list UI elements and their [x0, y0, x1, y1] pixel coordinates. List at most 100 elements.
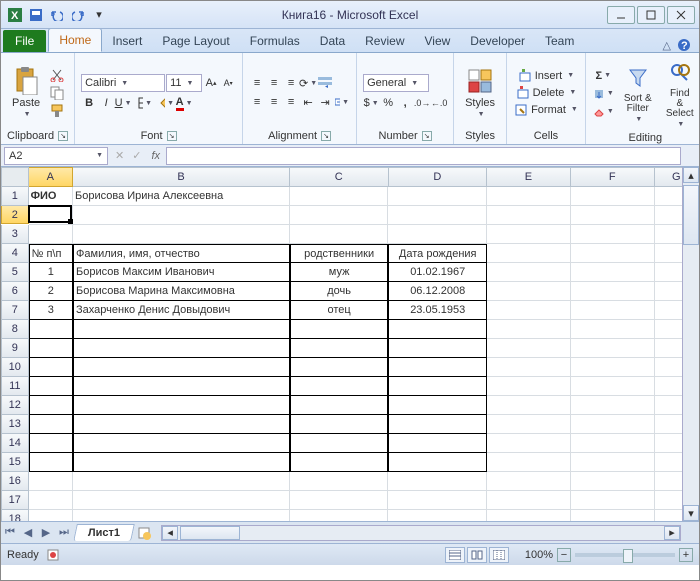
row-header[interactable]: 14	[1, 434, 29, 453]
prev-sheet-button[interactable]: ◀	[19, 524, 37, 542]
cell-F9[interactable]	[571, 339, 655, 358]
page-break-view-button[interactable]	[489, 547, 509, 563]
tab-team[interactable]: Team	[535, 30, 584, 52]
scroll-right-button[interactable]: ▸	[664, 526, 680, 540]
cell-F18[interactable]	[571, 510, 655, 521]
cell-E2[interactable]	[487, 206, 571, 225]
help-icon[interactable]: ?	[677, 38, 691, 52]
tab-insert[interactable]: Insert	[102, 30, 152, 52]
cell-F12[interactable]	[571, 396, 655, 415]
tab-view[interactable]: View	[415, 30, 461, 52]
tab-home[interactable]: Home	[48, 28, 102, 52]
row-header[interactable]: 1	[1, 187, 29, 206]
close-button[interactable]	[667, 6, 695, 24]
cell-B2[interactable]	[73, 206, 290, 225]
cell-F2[interactable]	[571, 206, 655, 225]
cell-D14[interactable]	[388, 434, 487, 453]
cell-D12[interactable]	[388, 396, 487, 415]
cell-A5[interactable]: 1	[29, 263, 73, 282]
fill-color-icon[interactable]: ▼	[159, 95, 175, 111]
cut-icon[interactable]	[49, 67, 65, 83]
cell-C11[interactable]	[290, 377, 389, 396]
cell-F3[interactable]	[571, 225, 655, 244]
zoom-in-button[interactable]: +	[679, 548, 693, 562]
row-header[interactable]: 2	[1, 206, 29, 224]
cell-E3[interactable]	[487, 225, 571, 244]
align-top-icon[interactable]: ≡	[249, 75, 265, 91]
cell-D17[interactable]	[388, 491, 487, 510]
cell-F16[interactable]	[571, 472, 655, 491]
cell-A13[interactable]	[29, 415, 73, 434]
cell-A2[interactable]	[29, 206, 73, 225]
row-header[interactable]: 11	[1, 377, 29, 396]
worksheet-grid[interactable]: A B C D E F G 1ФИОБорисова Ирина Алексее…	[1, 167, 699, 521]
cell-D6[interactable]: 06.12.2008	[388, 282, 487, 301]
name-box[interactable]: A2▼	[4, 147, 108, 165]
page-layout-view-button[interactable]	[467, 547, 487, 563]
cell-B15[interactable]	[73, 453, 290, 472]
zoom-level[interactable]: 100%	[525, 549, 553, 561]
row-header[interactable]: 5	[1, 263, 29, 282]
scroll-down-button[interactable]: ▾	[683, 505, 699, 521]
cell-A16[interactable]	[29, 472, 73, 491]
cell-F4[interactable]	[571, 244, 655, 263]
tab-developer[interactable]: Developer	[460, 30, 535, 52]
cell-C7[interactable]: отец	[290, 301, 389, 320]
cell-E10[interactable]	[487, 358, 571, 377]
col-header-a[interactable]: A	[29, 167, 73, 187]
horizontal-scroll-thumb[interactable]	[180, 526, 240, 540]
save-icon[interactable]	[28, 7, 44, 23]
cell-C4[interactable]: родственники	[290, 244, 389, 263]
cell-A10[interactable]	[29, 358, 73, 377]
cell-C2[interactable]	[290, 206, 389, 225]
cell-F7[interactable]	[571, 301, 655, 320]
cell-D13[interactable]	[388, 415, 487, 434]
cell-D16[interactable]	[388, 472, 487, 491]
last-sheet-button[interactable]: ⏭	[55, 524, 73, 542]
first-sheet-button[interactable]: ⏮	[1, 524, 19, 542]
align-left-icon[interactable]: ≡	[249, 94, 265, 110]
cell-A14[interactable]	[29, 434, 73, 453]
vertical-scrollbar[interactable]: ▴ ▾	[682, 167, 699, 521]
col-header-f[interactable]: F	[571, 167, 655, 187]
font-color-icon[interactable]: A▼	[176, 95, 192, 111]
cell-A12[interactable]	[29, 396, 73, 415]
macro-record-icon[interactable]	[47, 549, 59, 561]
percent-icon[interactable]: %	[380, 95, 396, 111]
cell-E9[interactable]	[487, 339, 571, 358]
cell-D11[interactable]	[388, 377, 487, 396]
horizontal-scrollbar[interactable]: ◂ ▸	[161, 525, 681, 541]
alignment-launcher[interactable]: ↘	[321, 131, 331, 141]
cell-B12[interactable]	[73, 396, 290, 415]
comma-icon[interactable]: ,	[397, 95, 413, 111]
row-header[interactable]: 17	[1, 491, 29, 510]
align-middle-icon[interactable]: ≡	[266, 75, 282, 91]
cell-C8[interactable]	[290, 320, 389, 339]
fill-icon[interactable]: ▼	[592, 86, 615, 102]
scroll-left-button[interactable]: ◂	[162, 526, 178, 540]
cell-E6[interactable]	[487, 282, 571, 301]
cell-F13[interactable]	[571, 415, 655, 434]
increase-font-icon[interactable]: A▴	[203, 75, 219, 91]
paste-button[interactable]: Paste▼	[7, 56, 45, 129]
orientation-icon[interactable]: ⟳▼	[300, 75, 316, 91]
redo-icon[interactable]	[70, 7, 86, 23]
cell-B10[interactable]	[73, 358, 290, 377]
border-icon[interactable]: ▼	[137, 95, 153, 111]
currency-icon[interactable]: $▼	[363, 95, 379, 111]
row-header[interactable]: 4	[1, 244, 29, 263]
cell-C15[interactable]	[290, 453, 389, 472]
cell-F6[interactable]	[571, 282, 655, 301]
cell-A1[interactable]: ФИО	[29, 187, 73, 206]
cell-A8[interactable]	[29, 320, 73, 339]
increase-decimal-icon[interactable]: .0→	[414, 95, 430, 111]
formula-bar[interactable]	[166, 147, 681, 165]
row-header[interactable]: 10	[1, 358, 29, 377]
styles-button[interactable]: Styles▼	[460, 56, 500, 129]
cell-B3[interactable]	[73, 225, 290, 244]
cell-B16[interactable]	[73, 472, 290, 491]
align-bottom-icon[interactable]: ≡	[283, 75, 299, 91]
copy-icon[interactable]	[49, 85, 65, 101]
underline-icon[interactable]: U▼	[115, 95, 131, 111]
cell-D9[interactable]	[388, 339, 487, 358]
